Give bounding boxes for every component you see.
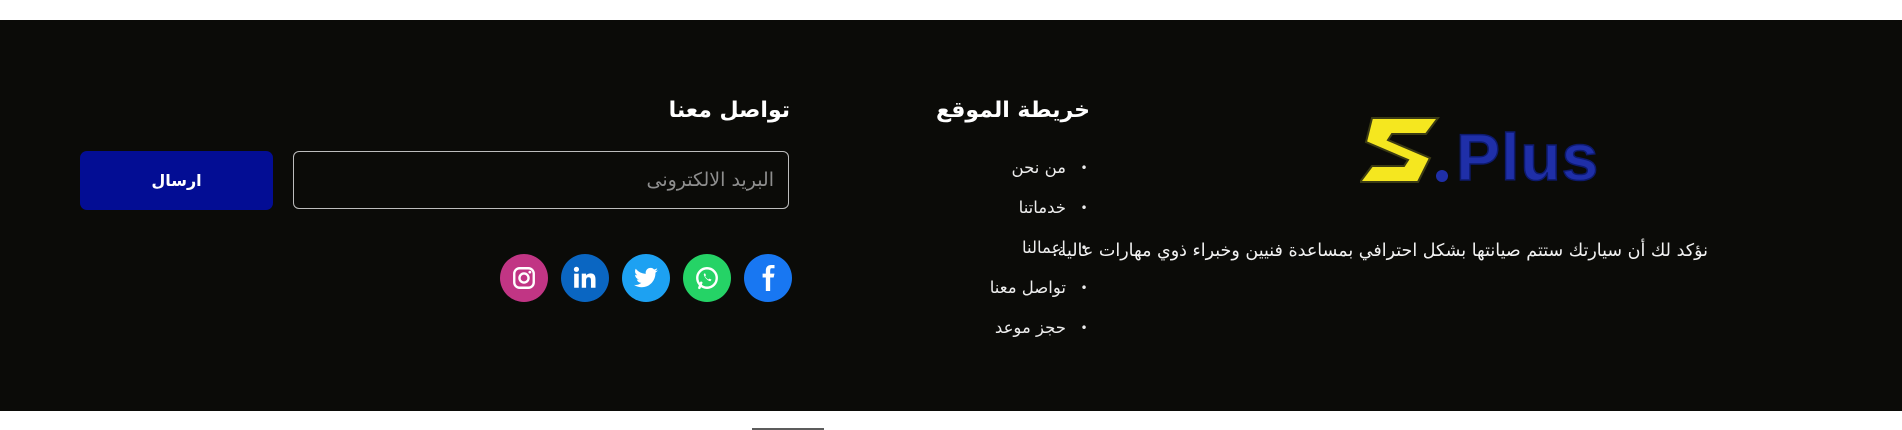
bullet-icon: • (1080, 201, 1088, 215)
twitter-icon (634, 267, 658, 288)
sitemap-item-works[interactable]: • اعمالنا (990, 238, 1090, 278)
site-footer: Plus نؤكد لك أن سيارتك ستتم صيانتها بشكل… (0, 20, 1902, 430)
twitter-link[interactable] (622, 254, 670, 302)
instagram-link[interactable] (500, 254, 548, 302)
sitemap-item-label: خدماتنا (1018, 198, 1066, 217)
brand-column: Plus نؤكد لك أن سيارتك ستتم صيانتها بشكل… (1052, 20, 1800, 411)
linkedin-icon (573, 266, 596, 288)
send-button[interactable]: ارسال (80, 151, 273, 210)
bullet-icon: • (1080, 321, 1088, 335)
email-field[interactable] (293, 151, 789, 209)
sitemap-item-about[interactable]: • من نحن (990, 158, 1090, 198)
svg-text:Plus: Plus (1456, 120, 1599, 190)
bullet-icon: • (1080, 281, 1088, 295)
bullet-icon: • (1080, 241, 1088, 255)
sitemap-title: خريطة الموقع (935, 98, 1090, 123)
sitemap-column: خريطة الموقع • من نحن • خدماتنا • اعمالنا •… (936, 20, 1090, 411)
brand-tagline: نؤكد لك أن سيارتك ستتم صيانتها بشكل احتر… (1052, 240, 1708, 261)
facebook-link[interactable] (744, 254, 792, 302)
sitemap-item-services[interactable]: • خدماتنا (990, 198, 1090, 238)
whatsapp-icon (696, 267, 718, 290)
sitemap-item-label: حجز موعد (994, 318, 1066, 337)
social-links (500, 254, 792, 302)
contact-title: تواصل معنا (668, 98, 790, 123)
whatsapp-link[interactable] (683, 254, 731, 302)
sitemap-item-label: اعمالنا (1021, 238, 1066, 257)
bullet-icon: • (1080, 161, 1088, 175)
sitemap-item-booking[interactable]: • حجز موعد (990, 318, 1090, 358)
sitemap-item-label: من نحن (1011, 158, 1066, 177)
contact-column: تواصل معنا ارسال (80, 20, 792, 411)
sitemap-list: • من نحن • خدماتنا • اعمالنا • تواصل معنا • ح… (990, 158, 1090, 358)
facebook-icon (762, 265, 775, 291)
splus-logo[interactable]: Plus (1358, 110, 1600, 195)
linkedin-link[interactable] (561, 254, 609, 302)
sitemap-item-contact[interactable]: • تواصل معنا (990, 278, 1090, 318)
sitemap-item-label: تواصل معنا (989, 278, 1066, 297)
instagram-icon (513, 267, 535, 289)
